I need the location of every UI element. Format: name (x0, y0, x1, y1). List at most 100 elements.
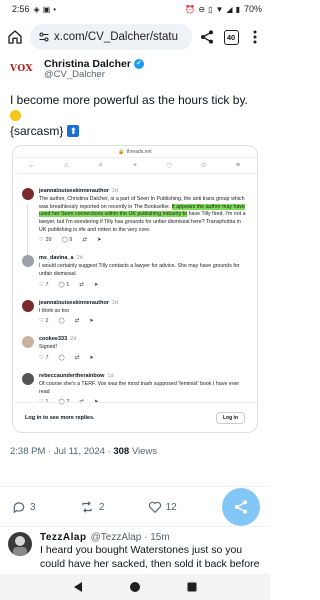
thread-body: I think so too (39, 307, 70, 314)
heart-icon: ♡ (39, 237, 44, 244)
compose-fab-button[interactable] (222, 488, 260, 526)
thread-post: ms_davina_a 2d I would certainly suggest… (13, 255, 257, 288)
notification-icon: • (53, 4, 57, 14)
avatar (22, 299, 34, 312)
notification-icon: ◈ (33, 4, 40, 14)
thread-body: The author, Christina Dalcher, is a part… (39, 196, 246, 233)
send-icon: ➤ (93, 281, 99, 288)
site-settings-icon[interactable] (38, 31, 50, 43)
thread-username: jeannalouiseskinnerauthor (39, 188, 109, 194)
browser-toolbar: x.com/CV_Dalcher/statu 40 (0, 20, 270, 54)
heart-icon: ♡ (39, 281, 44, 288)
threads-heart-icon: ♡ (166, 162, 173, 170)
thread-username: cookee333 (39, 336, 68, 343)
login-prompt: Log in to see more replies. Log in (13, 402, 257, 432)
tweet-tag: {sarcasm} ⬆ (10, 124, 80, 138)
system-nav-bar (0, 574, 270, 600)
back-arrow-icon: ← (28, 162, 36, 169)
embedded-threads-screenshot[interactable]: 🔒 threads.net ← ⌂ ⌕ + ♡ ☺ ≡ jeannalouise… (12, 145, 258, 433)
reply-button[interactable]: 3 (12, 500, 36, 514)
views-count: 308 (113, 446, 130, 457)
heart-icon: ♡ (39, 355, 44, 362)
repost-icon: ⇄ (79, 281, 84, 288)
embed-nav: ← ⌂ ⌕ + ♡ ☺ ≡ (13, 158, 257, 174)
status-time: 2:56 (12, 4, 30, 14)
avatar (22, 336, 34, 349)
back-icon[interactable] (72, 581, 84, 593)
thread-username: rebeccaundertherainbow (39, 373, 105, 380)
author-handle[interactable]: @CV_Dalcher (44, 69, 144, 81)
notification-icon: ▣ (42, 4, 51, 14)
browser-menu-button[interactable] (246, 28, 264, 46)
repost-button[interactable]: 2 (79, 500, 105, 514)
heart-icon: ♡ (39, 318, 44, 325)
reply-author-name[interactable]: TezzAlap (40, 532, 87, 543)
home-circle-icon[interactable] (129, 581, 141, 593)
send-icon: ➤ (89, 318, 94, 325)
tab-count: 40 (223, 29, 239, 45)
avatar (22, 188, 34, 200)
avatar (22, 255, 34, 268)
threads-menu-icon: ≡ (235, 162, 241, 169)
thread-username: jeannalouiseskinnerauthor (39, 299, 109, 306)
repost-icon: ⇄ (74, 355, 80, 362)
thread-post: jeannalouiseskinnerauthor 2d The author,… (13, 188, 257, 243)
tweet-text: I become more powerful as the hours tick… (10, 92, 260, 124)
address-bar[interactable]: x.com/CV_Dalcher/statu (30, 24, 192, 50)
thread-post: cookee333 2d Signed! ♡ 7 ◯ ⇄ ➤ (13, 336, 257, 361)
avatar (22, 373, 34, 386)
url-text: x.com/CV_Dalcher/statu (54, 31, 178, 43)
avatar[interactable] (8, 532, 32, 556)
thread-time: 2d (70, 336, 77, 343)
author-avatar-logo[interactable]: VOX (10, 61, 38, 77)
vibrate-icon: ▯ (208, 4, 213, 14)
reply-tweet[interactable]: TezzAlap @TezzAlap · 15m I heard you bou… (8, 530, 262, 583)
more-vertical-icon (253, 30, 257, 44)
thread-time: 2d (76, 255, 83, 262)
home-icon (8, 30, 22, 44)
tweet-timestamp[interactable]: 2:38 PM · Jul 11, 2024 · (10, 446, 111, 457)
repost-count: 2 (98, 501, 105, 513)
embed-url: threads.net (126, 148, 152, 155)
dnd-icon: ⊖ (198, 4, 206, 14)
comment-icon: ◯ (61, 237, 68, 244)
comment-icon: ◯ (58, 281, 65, 288)
thread-time: 1d (107, 373, 114, 380)
thread-post: rebeccaundertherainbow 1d Of course she'… (13, 373, 257, 405)
repost-icon: ⇄ (82, 237, 87, 244)
up-arrow-emoji-icon: ⬆ (67, 125, 80, 137)
status-bar: 2:56 ◈ ▣ • ⏰ ⊖ ▯ ▼ ◢ ▮ 70% (0, 0, 270, 18)
thread-time: 2d (112, 188, 119, 194)
divider (0, 486, 270, 487)
repost-icon: ⇄ (74, 318, 80, 325)
login-prompt-text: Log in to see more replies. (25, 414, 95, 421)
author-name[interactable]: Christina Dalcher ✓ (44, 58, 144, 70)
thread-body: Signed! (39, 344, 57, 351)
comment-icon: ◯ (58, 318, 65, 325)
tab-switcher-button[interactable]: 40 (222, 28, 240, 46)
send-icon: ➤ (89, 355, 94, 362)
home-button[interactable] (6, 28, 24, 46)
thread-post: jeannalouiseskinnerauthor 2d I think so … (13, 299, 257, 325)
verified-badge-icon: ✓ (133, 58, 144, 69)
reply-handle: @TezzAlap · 15m (90, 532, 170, 543)
share-icon (201, 30, 213, 44)
thread-time: 2d (112, 299, 119, 306)
battery-icon: ▮ (235, 4, 240, 14)
recents-icon[interactable] (186, 581, 198, 593)
like-button[interactable]: 12 (148, 500, 177, 514)
share-button[interactable] (198, 28, 216, 46)
thread-body: I would certainly suggest Tilly contacts… (39, 263, 240, 278)
reply-icon (13, 502, 25, 514)
share-icon (235, 500, 247, 514)
lock-icon: 🔒 (118, 148, 125, 155)
signal-icon: ◢ (226, 4, 233, 14)
views-label: Views (131, 446, 157, 457)
thread-username: ms_davina_a (39, 255, 74, 262)
comment-icon: ◯ (58, 355, 65, 362)
battery-level: 70% (243, 4, 262, 14)
repost-icon (82, 501, 92, 513)
tweet-meta: 2:38 PM · Jul 11, 2024 · 308 Views (10, 446, 157, 457)
thread-body: Of course she's a TERF. Vox was the most… (39, 381, 240, 395)
tweet-header: VOX Christina Dalcher ✓ @CV_Dalcher (10, 56, 260, 82)
